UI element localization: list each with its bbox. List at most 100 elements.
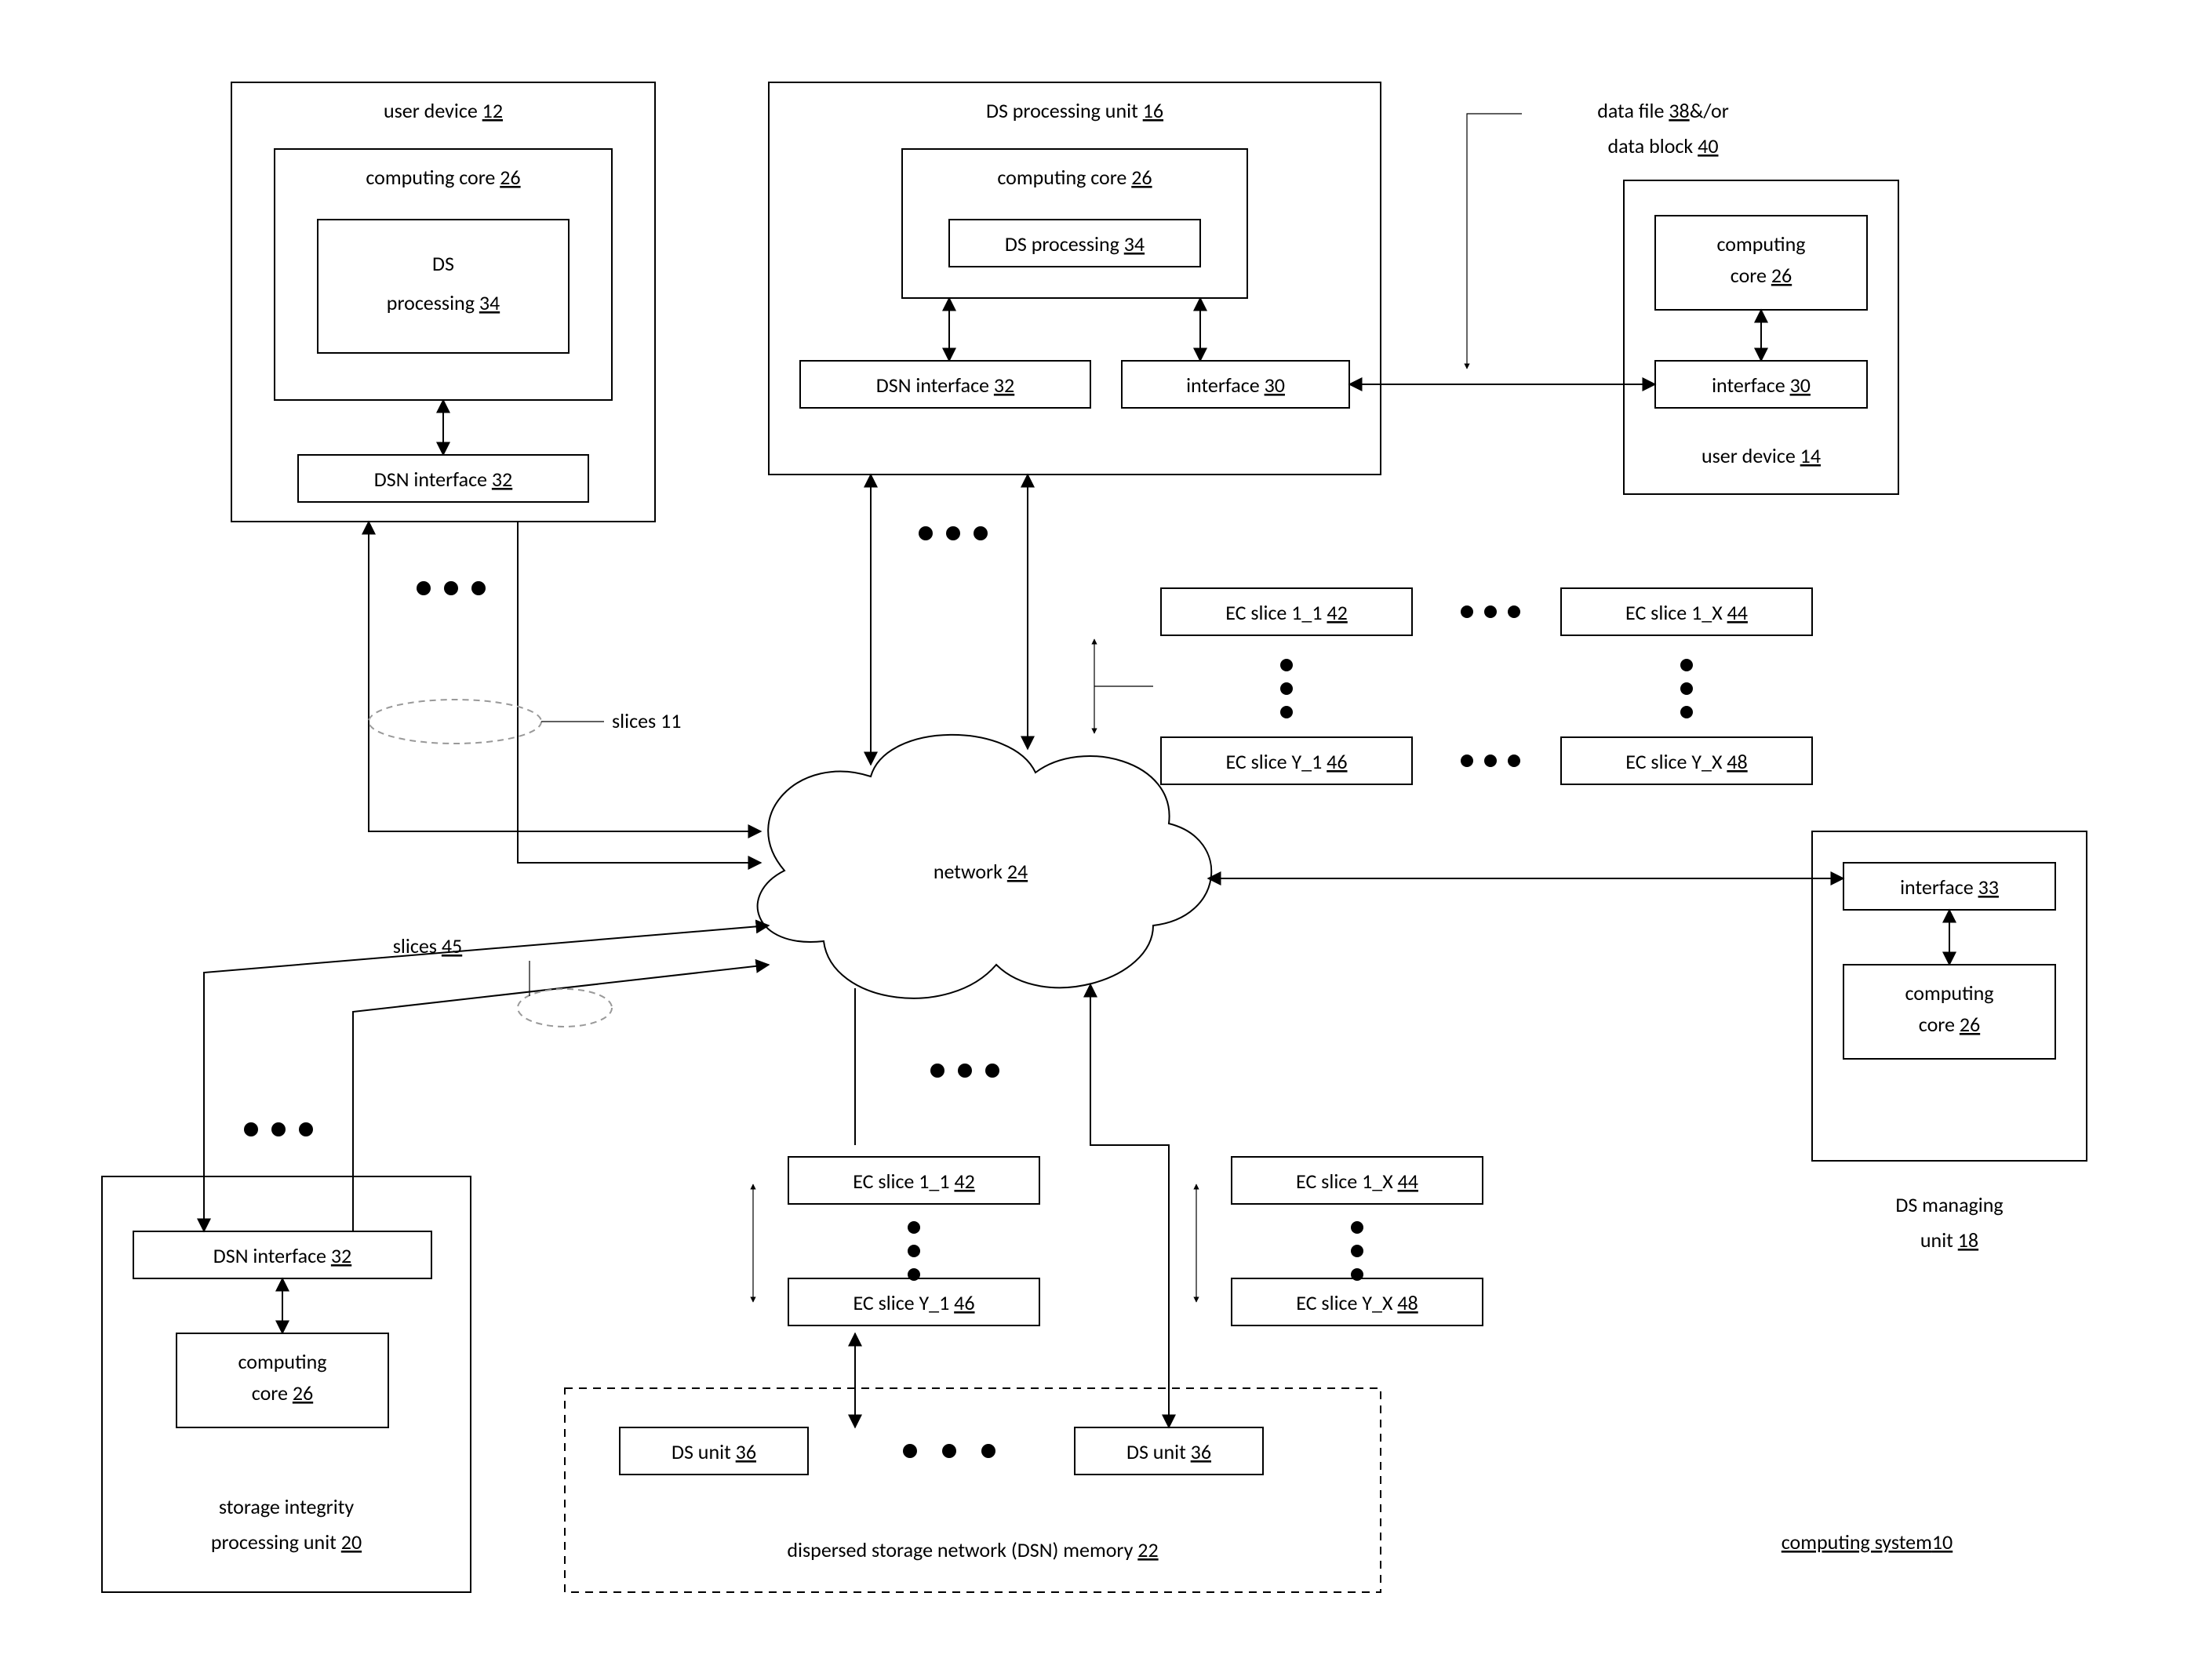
svg-text:interface 30: interface 30 (1186, 373, 1285, 398)
dm-cc2: core (1919, 1012, 1960, 1037)
ecb-ry1: 46 (954, 1290, 974, 1315)
ud14-cc2: core (1731, 263, 1771, 288)
svg-text:slices 45: slices 45 (393, 933, 462, 958)
dsu1r: 36 (736, 1439, 756, 1464)
si-ccref: 26 (293, 1380, 313, 1405)
svg-text:DSN interface 32: DSN interface 32 (213, 1243, 351, 1268)
dfl2: data block (1608, 133, 1698, 158)
si-dsn: DSN interface (213, 1243, 331, 1268)
dfr1: 38 (1669, 98, 1689, 123)
dm-ccref: 26 (1960, 1012, 1980, 1037)
ud14-ref: 14 (1800, 443, 1821, 468)
ud12-ref: 12 (482, 98, 503, 123)
ect-s11: EC slice 1_1 (1225, 600, 1327, 625)
dsu1: DS unit (671, 1439, 736, 1464)
dpu-dsn: DSN interface (876, 373, 994, 398)
dm-t1: DS managing (1895, 1192, 2003, 1217)
svg-text:EC slice Y_X 48: EC slice Y_X 48 (1625, 749, 1747, 774)
svg-text:EC slice Y_1 46: EC slice Y_1 46 (853, 1290, 974, 1315)
link-ud12-net-b (518, 522, 761, 863)
ud12-cc: computing core (366, 165, 500, 190)
ec-slice-grid-top: EC slice 1_1 42 EC slice 1_X 44 EC slice… (1161, 588, 1812, 784)
title-ref: 10 (1932, 1529, 1953, 1555)
dpu-dp: DS processing (1005, 231, 1124, 256)
svg-text:DS unit 36: DS unit 36 (671, 1439, 756, 1464)
slices11-ellipse (369, 700, 541, 744)
ds-processing-unit: DS processing unit 16 computing core 26 … (769, 82, 1381, 475)
dpu-dpref: 34 (1124, 231, 1145, 256)
net-ref: 24 (1007, 859, 1028, 884)
svg-text:DSN interface 32: DSN interface 32 (876, 373, 1014, 398)
dsn-memory: DS unit 36 DS unit 36 dispersed storage … (565, 1388, 1381, 1592)
svg-text:network 24: network 24 (934, 859, 1028, 884)
dm-if33: interface (1900, 875, 1978, 900)
svg-text:DSN interface 32: DSN interface 32 (374, 467, 512, 492)
svg-text:EC slice 1_1 42: EC slice 1_1 42 (1225, 600, 1348, 625)
svg-text:core 26: core 26 (1919, 1012, 1980, 1037)
user-device-12: user device 12 computing core 26 DS proc… (231, 82, 655, 522)
ud14-cc1: computing (1717, 231, 1806, 256)
ud14-if30ref: 30 (1790, 373, 1811, 398)
user-device-14: computing core 26 interface 30 user devi… (1624, 180, 1898, 494)
ecb-r11: 42 (954, 1169, 974, 1194)
ds-managing-unit: interface 33 computing core 26 DS managi… (1812, 831, 2087, 1253)
link-net-dsu-b (1090, 984, 1169, 1427)
ud12-ccref: 26 (500, 165, 520, 190)
network-cloud: network 24 (758, 735, 1212, 998)
svg-text:DS processing unit 16: DS processing unit 16 (986, 98, 1163, 123)
dpu-if30ref: 30 (1265, 373, 1285, 398)
svg-text:EC slice 1_X 44: EC slice 1_X 44 (1625, 600, 1748, 625)
dsu2r: 36 (1191, 1439, 1211, 1464)
svg-text:processing unit 20: processing unit 20 (211, 1529, 362, 1555)
ecb-syx: EC slice Y_X (1296, 1290, 1397, 1315)
svg-text:dispersed storage network (DSN: dispersed storage network (DSN) memory 2… (787, 1537, 1158, 1562)
dpu-if30: interface (1186, 373, 1265, 398)
ect-s1x: EC slice 1_X (1625, 600, 1727, 625)
svg-text:processing 34: processing 34 (387, 290, 500, 315)
svg-text:core 26: core 26 (252, 1380, 313, 1405)
ect-r1x: 44 (1727, 600, 1748, 625)
dpu-cc: computing core (997, 165, 1131, 190)
ud12-dp1: DS (432, 251, 454, 276)
dsn-title: dispersed storage network (DSN) memory (787, 1537, 1137, 1562)
ud14-title: user device (1701, 443, 1800, 468)
svg-text:EC slice 1_X 44: EC slice 1_X 44 (1296, 1169, 1418, 1194)
ud12-dsnref: 32 (492, 467, 512, 492)
dpu-dsnref: 32 (994, 373, 1014, 398)
dm-t2: unit (1920, 1227, 1958, 1253)
si-ref: 20 (341, 1529, 362, 1555)
dsu2: DS unit (1126, 1439, 1191, 1464)
svg-text:user device 14: user device 14 (1701, 443, 1821, 468)
ud14-if30: interface (1712, 373, 1790, 398)
dsn-ref: 22 (1137, 1537, 1158, 1562)
dpu-ccref: 26 (1131, 165, 1152, 190)
ecb-s1x: EC slice 1_X (1296, 1169, 1398, 1194)
si-dsnref: 32 (331, 1243, 351, 1268)
si-t2: processing unit (211, 1529, 341, 1555)
svg-text:core 26: core 26 (1731, 263, 1792, 288)
link-ud12-net-a (369, 522, 761, 831)
svg-text:user device 12: user device 12 (384, 98, 503, 123)
ecb-sy1: EC slice Y_1 (853, 1290, 954, 1315)
svg-text:data file 38&/or: data file 38&/or (1597, 98, 1729, 123)
si-cc2: core (252, 1380, 293, 1405)
ecb-ryx: 48 (1397, 1290, 1418, 1315)
dpu-ref: 16 (1143, 98, 1163, 123)
svg-text:interface 30: interface 30 (1712, 373, 1811, 398)
dfl1: data file (1597, 98, 1669, 123)
net-lbl: network (934, 859, 1007, 884)
dfmid: &/or (1690, 98, 1729, 123)
svg-text:computing core 26: computing core 26 (997, 165, 1152, 190)
diagram-title: computing system10 (1782, 1529, 1953, 1555)
ect-ry1: 46 (1327, 749, 1347, 774)
storage-integrity-unit: DSN interface 32 computing core 26 stora… (102, 1176, 471, 1592)
dpu-title: DS processing unit (986, 98, 1143, 123)
dm-if33ref: 33 (1978, 875, 1999, 900)
ec-slice-grid-bottom: EC slice 1_1 42 EC slice 1_X 44 EC slice… (788, 1157, 1483, 1325)
ect-syx: EC slice Y_X (1625, 749, 1727, 774)
slices11-label: slices 11 (612, 708, 681, 733)
ect-ryx: 48 (1727, 749, 1747, 774)
ecb-r1x: 44 (1398, 1169, 1418, 1194)
svg-text:EC slice Y_X 48: EC slice Y_X 48 (1296, 1290, 1418, 1315)
ud12-dsn: DSN interface (374, 467, 492, 492)
